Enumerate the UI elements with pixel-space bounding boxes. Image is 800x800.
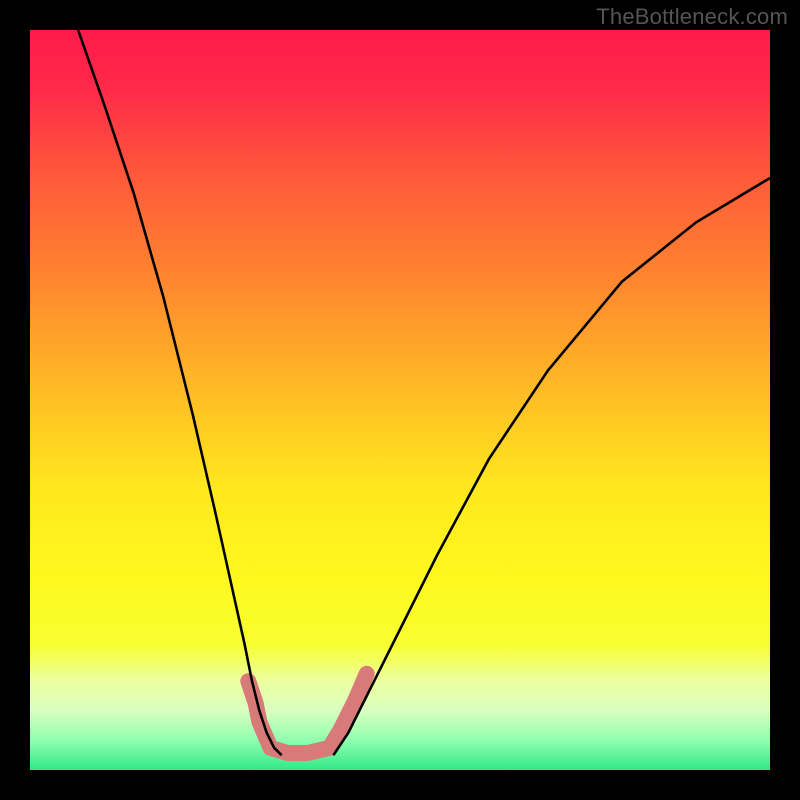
plot-area [30,30,770,770]
watermark-text: TheBottleneck.com [596,4,788,30]
left-branch-path [78,30,282,755]
valley-highlight-path [248,674,366,753]
chart-frame: TheBottleneck.com [0,0,800,800]
curves-layer [30,30,770,770]
right-branch-path [333,178,770,755]
